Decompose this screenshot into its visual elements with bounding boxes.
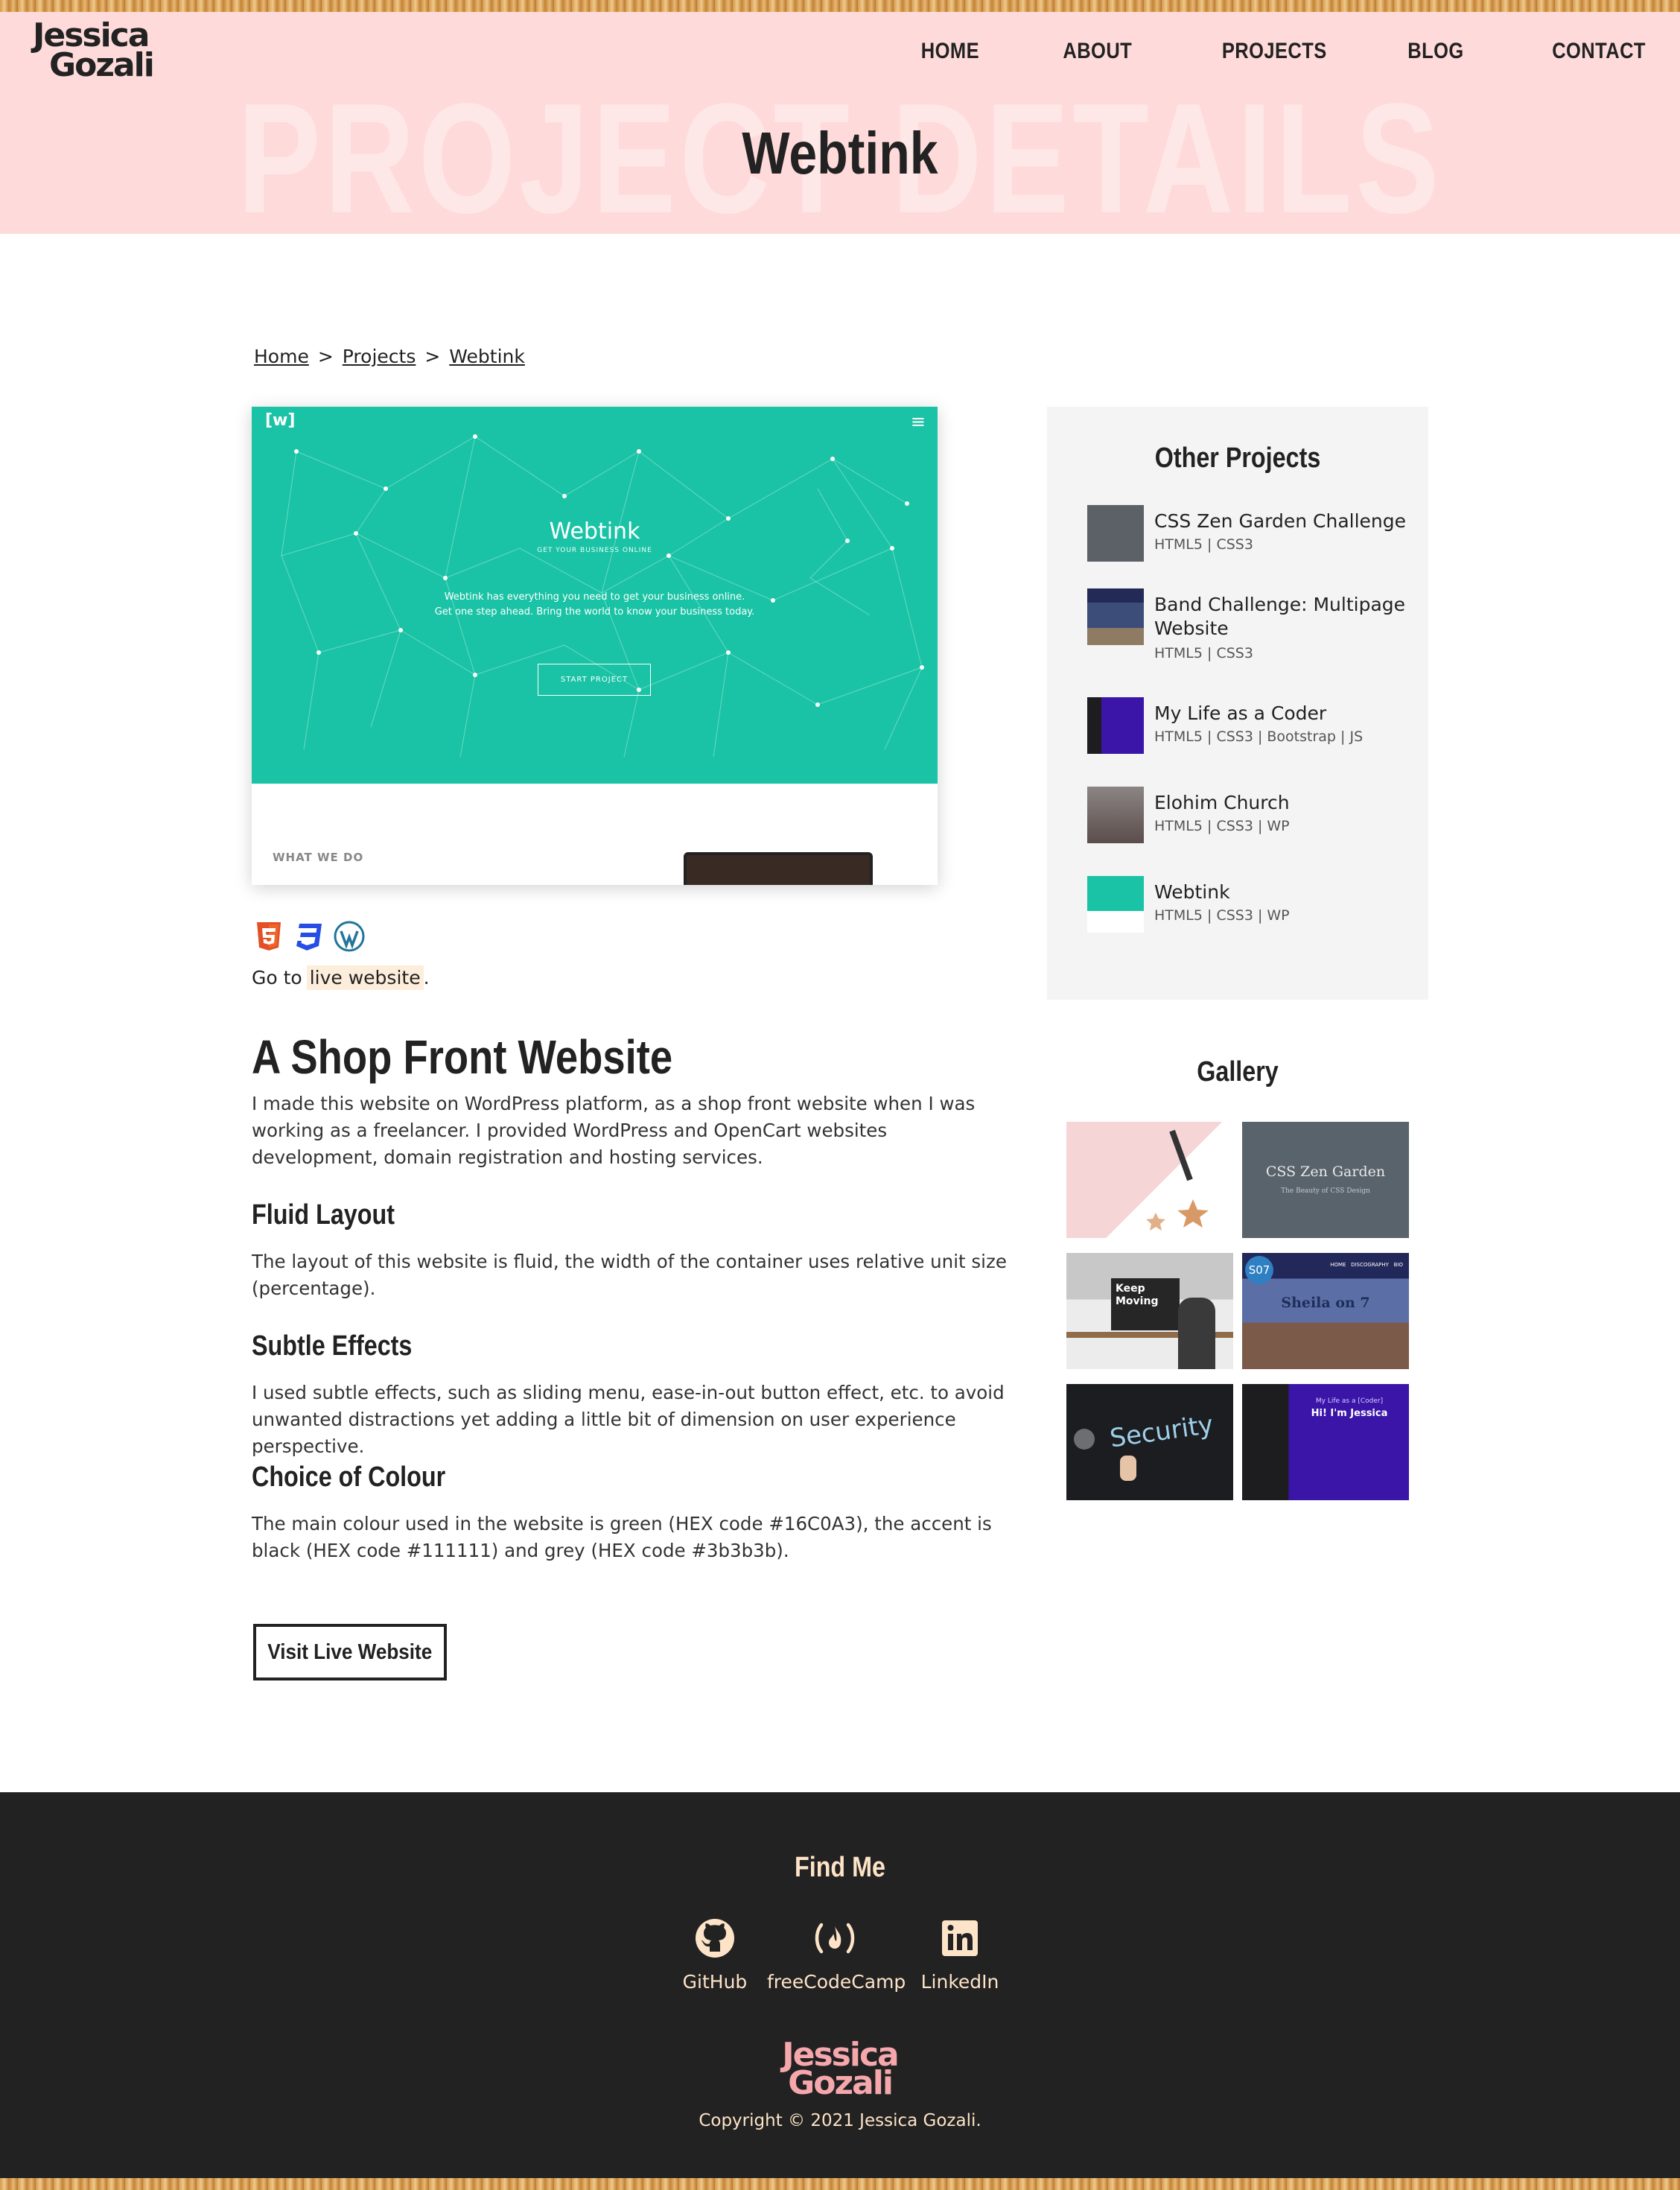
linkedin-icon — [942, 1920, 978, 1956]
security-button-graphic — [1074, 1429, 1095, 1450]
project-screenshot: [w] ≡ Webtink GET YOUR BUSINESS ONLINE W… — [252, 407, 938, 885]
gallery-image-coder[interactable]: My Life as a [Coder] Hi! I'm Jessica — [1242, 1384, 1409, 1500]
section-heading-fluid-layout: Fluid Layout — [252, 1199, 395, 1231]
freecodecamp-link[interactable]: freeCodeCamp — [767, 1917, 906, 1993]
footer-logo-line-2: Gozali — [788, 2064, 894, 2102]
gallery-image-zen-garden[interactable]: CSS Zen Garden The Beauty of CSS Design — [1242, 1122, 1409, 1238]
star-decoration-icon — [1146, 1129, 1209, 1231]
gallery-coder-title: Hi! I'm Jessica — [1311, 1408, 1388, 1419]
gallery-image-band[interactable]: S07 HOME DISCOGRAPHY BIO Sheila on 7 — [1242, 1253, 1409, 1369]
breadcrumb: Home > Projects > Webtink — [254, 346, 525, 367]
linkedin-link[interactable]: LinkedIn — [919, 1917, 1001, 1993]
footer-logo: Jessica Gozali — [0, 2039, 1680, 2102]
project-thumbnail — [1087, 697, 1144, 754]
wordpress-icon — [334, 921, 365, 952]
preview-text-line: Get one step ahead. Bring the world to k… — [434, 606, 755, 618]
copyright-text: Copyright © 2021 Jessica Gozali. — [699, 2111, 981, 2130]
go-to-suffix: . — [423, 967, 430, 988]
freecodecamp-label: freeCodeCamp — [767, 1971, 906, 1993]
find-me-title: Find Me — [794, 1852, 886, 1883]
preview-brand: Webtink — [549, 518, 640, 545]
github-link[interactable]: GitHub — [678, 1917, 752, 1993]
gallery-image-security[interactable]: Security — [1066, 1384, 1233, 1500]
preview-logo: [w] — [265, 411, 296, 430]
other-project-name: My Life as a Coder — [1154, 702, 1327, 724]
page-footer: Find Me GitHub freeCodeCamp LinkedIn Jes… — [0, 1792, 1680, 2178]
nav-blog[interactable]: BLOG — [1408, 39, 1464, 64]
nav-projects[interactable]: PROJECTS — [1222, 39, 1327, 64]
other-project-tech: HTML5 | CSS3 | Bootstrap | JS — [1154, 729, 1364, 745]
cursor-hand-icon — [1120, 1456, 1136, 1481]
preview-section-label: WHAT WE DO — [273, 851, 364, 864]
gallery-band-nav: HOME DISCOGRAPHY BIO — [1330, 1262, 1403, 1268]
section-heading-choice-of-colour: Choice of Colour — [252, 1461, 446, 1493]
project-heading: A Shop Front Website — [252, 1030, 673, 1084]
other-project-tech: HTML5 | CSS3 | WP — [1154, 907, 1290, 924]
glitter-border-bottom — [0, 2178, 1680, 2190]
visit-live-website-button[interactable]: Visit Live Website — [253, 1624, 447, 1680]
other-project-name: Elohim Church — [1154, 792, 1290, 813]
gallery-coder-small: My Life as a [Coder] — [1315, 1397, 1384, 1405]
gallery-zen-title: CSS Zen Garden — [1265, 1164, 1386, 1180]
breadcrumb-home[interactable]: Home — [254, 346, 309, 367]
github-label: GitHub — [682, 1971, 748, 1993]
linkedin-label: LinkedIn — [920, 1971, 999, 1993]
section-text-choice-of-colour: The main colour used in the website is g… — [252, 1513, 992, 1561]
project-thumbnail — [1087, 787, 1144, 843]
project-thumbnail — [1087, 505, 1144, 562]
other-project-name: Band Challenge: Multipage Website — [1154, 594, 1406, 639]
page-title: Webtink — [742, 120, 938, 186]
preview-text-line: Webtink has everything you need to get y… — [444, 591, 745, 603]
other-projects-title: Other Projects — [1154, 442, 1321, 474]
other-project-name: Webtink — [1154, 881, 1230, 903]
nav-contact[interactable]: CONTACT — [1552, 39, 1646, 64]
section-text-subtle-effects: I used subtle effects, such as sliding m… — [252, 1382, 1005, 1457]
site-logo[interactable]: Jessica Gozali — [33, 19, 155, 88]
section-text-fluid-layout: The layout of this website is fluid, the… — [252, 1251, 1007, 1299]
other-project-name: CSS Zen Garden Challenge — [1154, 510, 1407, 532]
github-icon — [696, 1919, 734, 1958]
screenshot-hero: [w] ≡ Webtink GET YOUR BUSINESS ONLINE W… — [252, 407, 938, 784]
breadcrumb-separator: > — [424, 346, 441, 367]
gallery-zen-sub: The Beauty of CSS Design — [1281, 1187, 1370, 1195]
breadcrumb-projects[interactable]: Projects — [343, 346, 416, 367]
gallery-band-badge: S07 — [1245, 1256, 1273, 1284]
main-nav: HOME ABOUT PROJECTS BLOG CONTACT — [839, 39, 1646, 64]
tech-icons — [253, 921, 365, 952]
logo-line-2: Gozali — [49, 46, 155, 84]
gallery-image-workspace[interactable]: Keep Moving — [1066, 1253, 1233, 1369]
preview-device-image — [684, 852, 873, 885]
visit-button-label: Visit Live Website — [267, 1640, 433, 1664]
project-thumbnail — [1087, 588, 1144, 645]
preview-brand-sub: GET YOUR BUSINESS ONLINE — [537, 547, 652, 554]
html5-icon — [257, 922, 281, 950]
glitter-border-top — [0, 0, 1680, 12]
project-intro: I made this website on WordPress platfor… — [252, 1093, 976, 1168]
project-thumbnail — [1087, 876, 1144, 933]
breadcrumb-current[interactable]: Webtink — [449, 346, 525, 367]
gallery-band-name: Sheila on 7 — [1281, 1295, 1370, 1311]
chair-graphic — [1178, 1298, 1215, 1369]
breadcrumb-separator: > — [317, 346, 334, 367]
nav-home[interactable]: HOME — [920, 39, 979, 64]
freecodecamp-icon — [815, 1923, 855, 1954]
css3-icon — [296, 924, 322, 950]
other-projects-panel: Other Projects CSS Zen Garden Challenge … — [1047, 407, 1428, 1000]
go-to-label: Go to — [252, 967, 302, 988]
go-to-live: Go to live website. — [252, 965, 430, 990]
gallery-keep-text: Keep Moving — [1116, 1283, 1159, 1307]
nav-about[interactable]: ABOUT — [1063, 39, 1132, 64]
preview-start-button: START PROJECT — [538, 664, 651, 696]
gallery-security-text: Security — [1107, 1409, 1215, 1454]
other-project-tech: HTML5 | CSS3 — [1154, 645, 1253, 661]
hamburger-icon: ≡ — [910, 411, 926, 432]
other-project-tech: HTML5 | CSS3 | WP — [1154, 818, 1290, 834]
other-project-tech: HTML5 | CSS3 — [1154, 536, 1253, 553]
preview-text: Webtink has everything you need to get y… — [252, 590, 938, 620]
section-heading-subtle-effects: Subtle Effects — [252, 1330, 413, 1362]
page-header: PROJECT DETAILS Jessica Gozali HOME ABOU… — [0, 12, 1680, 234]
gallery-title: Gallery — [1197, 1056, 1279, 1088]
live-website-link[interactable]: live website — [306, 965, 424, 990]
gallery-image-desk[interactable] — [1066, 1122, 1233, 1238]
